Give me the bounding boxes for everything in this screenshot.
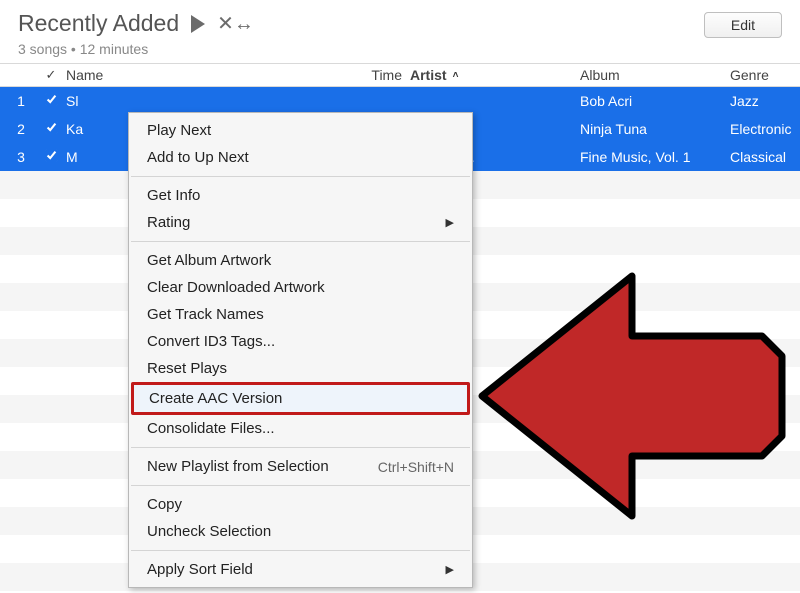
header: Recently Added ✕↔ 3 songs • 12 minutes E… — [0, 0, 800, 63]
menu-label: Reset Plays — [147, 360, 227, 377]
menu-label: Get Album Artwork — [147, 252, 271, 269]
menu-shortcut: Ctrl+Shift+N — [378, 459, 454, 475]
menu-convert-id3[interactable]: Convert ID3 Tags... — [129, 328, 472, 355]
menu-apply-sort[interactable]: Apply Sort Field ▶ — [129, 556, 472, 583]
menu-create-aac[interactable]: Create AAC Version — [131, 382, 470, 415]
table-row[interactable]: 1 Sl Bob Acri Jazz — [0, 87, 800, 115]
play-icon[interactable] — [191, 15, 205, 33]
menu-add-up-next[interactable]: Add to Up Next — [129, 144, 472, 171]
menu-label: Copy — [147, 496, 182, 513]
row-number: 1 — [0, 93, 42, 109]
menu-rating[interactable]: Rating ▶ — [129, 209, 472, 236]
menu-new-playlist[interactable]: New Playlist from Selection Ctrl+Shift+N — [129, 453, 472, 480]
col-genre[interactable]: Genre — [730, 67, 800, 83]
row-number: 3 — [0, 149, 42, 165]
row-checkbox[interactable] — [42, 93, 60, 109]
chevron-right-icon: ▶ — [446, 216, 454, 229]
menu-label: Create AAC Version — [149, 390, 282, 407]
menu-separator — [131, 550, 470, 551]
row-checkbox[interactable] — [42, 149, 60, 165]
menu-label: Clear Downloaded Artwork — [147, 279, 325, 296]
row-album: Ninja Tuna — [580, 121, 730, 137]
playlist-title: Recently Added — [18, 10, 179, 37]
menu-uncheck[interactable]: Uncheck Selection — [129, 518, 472, 545]
menu-reset-plays[interactable]: Reset Plays — [129, 355, 472, 382]
col-album[interactable]: Album — [580, 67, 730, 83]
col-artist[interactable]: Artist ˄ — [410, 67, 580, 83]
menu-get-info[interactable]: Get Info — [129, 182, 472, 209]
menu-label: Uncheck Selection — [147, 523, 271, 540]
context-menu: Play Next Add to Up Next Get Info Rating… — [128, 112, 473, 588]
menu-label: Apply Sort Field — [147, 561, 253, 578]
col-check[interactable]: ✓ — [42, 67, 60, 83]
menu-copy[interactable]: Copy — [129, 491, 472, 518]
title-row: Recently Added ✕↔ — [18, 10, 254, 37]
menu-label: Play Next — [147, 122, 211, 139]
menu-label: Rating — [147, 214, 190, 231]
sort-caret-icon: ˄ — [453, 70, 459, 81]
row-checkbox[interactable] — [42, 121, 60, 137]
row-album: Fine Music, Vol. 1 — [580, 149, 730, 165]
menu-label: New Playlist from Selection — [147, 458, 329, 475]
menu-clear-artwork[interactable]: Clear Downloaded Artwork — [129, 274, 472, 301]
col-artist-label: Artist — [410, 67, 447, 83]
header-left: Recently Added ✕↔ 3 songs • 12 minutes — [18, 10, 254, 57]
menu-consolidate[interactable]: Consolidate Files... — [129, 415, 472, 442]
row-number: 2 — [0, 121, 42, 137]
menu-label: Get Info — [147, 187, 200, 204]
shuffle-icon[interactable]: ✕↔ — [217, 11, 254, 36]
row-genre: Jazz — [730, 93, 800, 109]
playlist-subtitle: 3 songs • 12 minutes — [18, 41, 254, 57]
row-genre: Classical — [730, 149, 800, 165]
menu-track-names[interactable]: Get Track Names — [129, 301, 472, 328]
row-genre: Electronic — [730, 121, 800, 137]
menu-separator — [131, 447, 470, 448]
menu-label: Add to Up Next — [147, 149, 249, 166]
column-headers[interactable]: ✓ Name Time Artist ˄ Album Genre — [0, 63, 800, 87]
menu-label: Convert ID3 Tags... — [147, 333, 275, 350]
menu-label: Get Track Names — [147, 306, 264, 323]
col-name[interactable]: Name — [60, 67, 350, 83]
menu-separator — [131, 241, 470, 242]
col-time[interactable]: Time — [350, 67, 410, 83]
row-name: Sl — [60, 93, 350, 109]
menu-separator — [131, 176, 470, 177]
menu-play-next[interactable]: Play Next — [129, 117, 472, 144]
row-album: Bob Acri — [580, 93, 730, 109]
menu-get-artwork[interactable]: Get Album Artwork — [129, 247, 472, 274]
chevron-right-icon: ▶ — [446, 563, 454, 576]
menu-label: Consolidate Files... — [147, 420, 275, 437]
menu-separator — [131, 485, 470, 486]
edit-button[interactable]: Edit — [704, 12, 782, 38]
